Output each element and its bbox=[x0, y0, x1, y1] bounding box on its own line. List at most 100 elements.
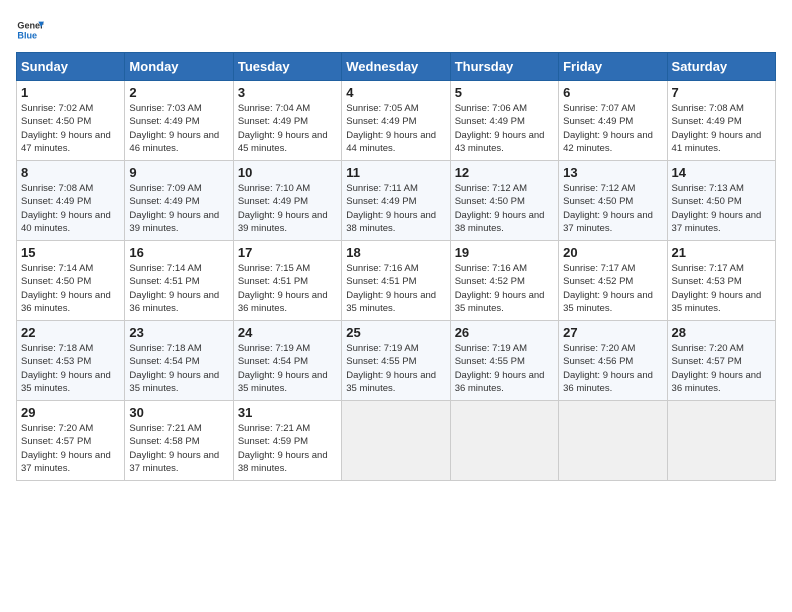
day-cell: 11 Sunrise: 7:11 AMSunset: 4:49 PMDaylig… bbox=[342, 161, 450, 241]
day-info: Sunrise: 7:18 AMSunset: 4:53 PMDaylight:… bbox=[21, 343, 111, 394]
day-info: Sunrise: 7:14 AMSunset: 4:51 PMDaylight:… bbox=[129, 263, 219, 314]
day-number: 27 bbox=[563, 325, 662, 340]
day-cell: 16 Sunrise: 7:14 AMSunset: 4:51 PMDaylig… bbox=[125, 241, 233, 321]
weekday-header-monday: Monday bbox=[125, 53, 233, 81]
day-info: Sunrise: 7:19 AMSunset: 4:55 PMDaylight:… bbox=[455, 343, 545, 394]
day-number: 26 bbox=[455, 325, 554, 340]
day-cell: 19 Sunrise: 7:16 AMSunset: 4:52 PMDaylig… bbox=[450, 241, 558, 321]
day-info: Sunrise: 7:14 AMSunset: 4:50 PMDaylight:… bbox=[21, 263, 111, 314]
day-info: Sunrise: 7:12 AMSunset: 4:50 PMDaylight:… bbox=[563, 183, 653, 234]
day-info: Sunrise: 7:17 AMSunset: 4:53 PMDaylight:… bbox=[672, 263, 762, 314]
calendar-table: SundayMondayTuesdayWednesdayThursdayFrid… bbox=[16, 52, 776, 481]
day-number: 22 bbox=[21, 325, 120, 340]
day-cell: 5 Sunrise: 7:06 AMSunset: 4:49 PMDayligh… bbox=[450, 81, 558, 161]
day-info: Sunrise: 7:19 AMSunset: 4:54 PMDaylight:… bbox=[238, 343, 328, 394]
day-info: Sunrise: 7:20 AMSunset: 4:57 PMDaylight:… bbox=[21, 423, 111, 474]
day-info: Sunrise: 7:08 AMSunset: 4:49 PMDaylight:… bbox=[672, 103, 762, 154]
day-info: Sunrise: 7:18 AMSunset: 4:54 PMDaylight:… bbox=[129, 343, 219, 394]
day-number: 2 bbox=[129, 85, 228, 100]
day-cell: 26 Sunrise: 7:19 AMSunset: 4:55 PMDaylig… bbox=[450, 321, 558, 401]
day-number: 4 bbox=[346, 85, 445, 100]
day-cell bbox=[450, 401, 558, 481]
weekday-header-wednesday: Wednesday bbox=[342, 53, 450, 81]
day-number: 20 bbox=[563, 245, 662, 260]
day-cell bbox=[559, 401, 667, 481]
day-number: 6 bbox=[563, 85, 662, 100]
day-info: Sunrise: 7:09 AMSunset: 4:49 PMDaylight:… bbox=[129, 183, 219, 234]
day-info: Sunrise: 7:04 AMSunset: 4:49 PMDaylight:… bbox=[238, 103, 328, 154]
day-cell: 23 Sunrise: 7:18 AMSunset: 4:54 PMDaylig… bbox=[125, 321, 233, 401]
day-info: Sunrise: 7:11 AMSunset: 4:49 PMDaylight:… bbox=[346, 183, 436, 234]
day-cell: 21 Sunrise: 7:17 AMSunset: 4:53 PMDaylig… bbox=[667, 241, 775, 321]
day-number: 24 bbox=[238, 325, 337, 340]
day-info: Sunrise: 7:05 AMSunset: 4:49 PMDaylight:… bbox=[346, 103, 436, 154]
day-info: Sunrise: 7:21 AMSunset: 4:58 PMDaylight:… bbox=[129, 423, 219, 474]
day-cell: 29 Sunrise: 7:20 AMSunset: 4:57 PMDaylig… bbox=[17, 401, 125, 481]
week-row-3: 15 Sunrise: 7:14 AMSunset: 4:50 PMDaylig… bbox=[17, 241, 776, 321]
day-cell: 20 Sunrise: 7:17 AMSunset: 4:52 PMDaylig… bbox=[559, 241, 667, 321]
day-cell bbox=[667, 401, 775, 481]
day-cell: 22 Sunrise: 7:18 AMSunset: 4:53 PMDaylig… bbox=[17, 321, 125, 401]
week-row-4: 22 Sunrise: 7:18 AMSunset: 4:53 PMDaylig… bbox=[17, 321, 776, 401]
day-info: Sunrise: 7:06 AMSunset: 4:49 PMDaylight:… bbox=[455, 103, 545, 154]
day-cell: 24 Sunrise: 7:19 AMSunset: 4:54 PMDaylig… bbox=[233, 321, 341, 401]
day-number: 21 bbox=[672, 245, 771, 260]
day-cell: 9 Sunrise: 7:09 AMSunset: 4:49 PMDayligh… bbox=[125, 161, 233, 241]
day-cell: 31 Sunrise: 7:21 AMSunset: 4:59 PMDaylig… bbox=[233, 401, 341, 481]
day-info: Sunrise: 7:08 AMSunset: 4:49 PMDaylight:… bbox=[21, 183, 111, 234]
day-number: 1 bbox=[21, 85, 120, 100]
day-cell: 14 Sunrise: 7:13 AMSunset: 4:50 PMDaylig… bbox=[667, 161, 775, 241]
day-info: Sunrise: 7:19 AMSunset: 4:55 PMDaylight:… bbox=[346, 343, 436, 394]
day-number: 19 bbox=[455, 245, 554, 260]
day-cell: 15 Sunrise: 7:14 AMSunset: 4:50 PMDaylig… bbox=[17, 241, 125, 321]
day-number: 14 bbox=[672, 165, 771, 180]
week-row-5: 29 Sunrise: 7:20 AMSunset: 4:57 PMDaylig… bbox=[17, 401, 776, 481]
weekday-header-thursday: Thursday bbox=[450, 53, 558, 81]
weekday-header-tuesday: Tuesday bbox=[233, 53, 341, 81]
day-number: 8 bbox=[21, 165, 120, 180]
logo-icon: General Blue bbox=[16, 16, 44, 44]
day-cell: 7 Sunrise: 7:08 AMSunset: 4:49 PMDayligh… bbox=[667, 81, 775, 161]
day-info: Sunrise: 7:03 AMSunset: 4:49 PMDaylight:… bbox=[129, 103, 219, 154]
day-number: 17 bbox=[238, 245, 337, 260]
weekday-header-saturday: Saturday bbox=[667, 53, 775, 81]
day-info: Sunrise: 7:10 AMSunset: 4:49 PMDaylight:… bbox=[238, 183, 328, 234]
day-cell: 12 Sunrise: 7:12 AMSunset: 4:50 PMDaylig… bbox=[450, 161, 558, 241]
day-cell: 10 Sunrise: 7:10 AMSunset: 4:49 PMDaylig… bbox=[233, 161, 341, 241]
day-info: Sunrise: 7:07 AMSunset: 4:49 PMDaylight:… bbox=[563, 103, 653, 154]
day-number: 23 bbox=[129, 325, 228, 340]
day-cell: 8 Sunrise: 7:08 AMSunset: 4:49 PMDayligh… bbox=[17, 161, 125, 241]
day-info: Sunrise: 7:17 AMSunset: 4:52 PMDaylight:… bbox=[563, 263, 653, 314]
day-info: Sunrise: 7:20 AMSunset: 4:56 PMDaylight:… bbox=[563, 343, 653, 394]
day-number: 9 bbox=[129, 165, 228, 180]
weekday-header-sunday: Sunday bbox=[17, 53, 125, 81]
weekday-header-friday: Friday bbox=[559, 53, 667, 81]
day-cell: 28 Sunrise: 7:20 AMSunset: 4:57 PMDaylig… bbox=[667, 321, 775, 401]
day-cell: 25 Sunrise: 7:19 AMSunset: 4:55 PMDaylig… bbox=[342, 321, 450, 401]
day-cell: 3 Sunrise: 7:04 AMSunset: 4:49 PMDayligh… bbox=[233, 81, 341, 161]
day-number: 16 bbox=[129, 245, 228, 260]
weekday-header-row: SundayMondayTuesdayWednesdayThursdayFrid… bbox=[17, 53, 776, 81]
day-cell bbox=[342, 401, 450, 481]
week-row-2: 8 Sunrise: 7:08 AMSunset: 4:49 PMDayligh… bbox=[17, 161, 776, 241]
day-number: 7 bbox=[672, 85, 771, 100]
day-info: Sunrise: 7:16 AMSunset: 4:51 PMDaylight:… bbox=[346, 263, 436, 314]
day-number: 5 bbox=[455, 85, 554, 100]
day-cell: 17 Sunrise: 7:15 AMSunset: 4:51 PMDaylig… bbox=[233, 241, 341, 321]
day-info: Sunrise: 7:13 AMSunset: 4:50 PMDaylight:… bbox=[672, 183, 762, 234]
day-cell: 18 Sunrise: 7:16 AMSunset: 4:51 PMDaylig… bbox=[342, 241, 450, 321]
day-cell: 4 Sunrise: 7:05 AMSunset: 4:49 PMDayligh… bbox=[342, 81, 450, 161]
day-info: Sunrise: 7:20 AMSunset: 4:57 PMDaylight:… bbox=[672, 343, 762, 394]
day-number: 30 bbox=[129, 405, 228, 420]
day-number: 11 bbox=[346, 165, 445, 180]
day-info: Sunrise: 7:02 AMSunset: 4:50 PMDaylight:… bbox=[21, 103, 111, 154]
day-cell: 13 Sunrise: 7:12 AMSunset: 4:50 PMDaylig… bbox=[559, 161, 667, 241]
day-number: 28 bbox=[672, 325, 771, 340]
header: General Blue bbox=[16, 16, 776, 44]
day-number: 12 bbox=[455, 165, 554, 180]
day-info: Sunrise: 7:15 AMSunset: 4:51 PMDaylight:… bbox=[238, 263, 328, 314]
week-row-1: 1 Sunrise: 7:02 AMSunset: 4:50 PMDayligh… bbox=[17, 81, 776, 161]
day-info: Sunrise: 7:16 AMSunset: 4:52 PMDaylight:… bbox=[455, 263, 545, 314]
day-number: 10 bbox=[238, 165, 337, 180]
day-number: 18 bbox=[346, 245, 445, 260]
